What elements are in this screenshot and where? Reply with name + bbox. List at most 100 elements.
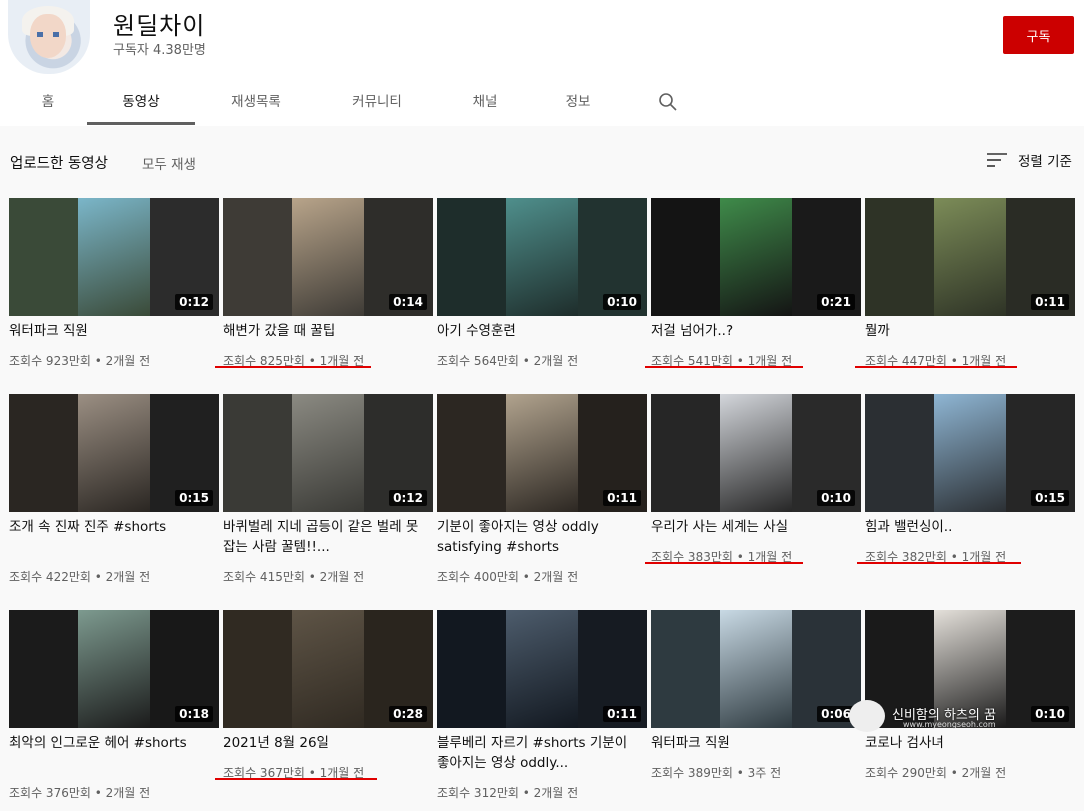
thumbnail-left-panel: [651, 198, 720, 316]
video-card[interactable]: 0:15 힘과 밸런싱이.. 조회수 382만회 • 1개월 전: [857, 394, 1075, 568]
video-card[interactable]: 0:11 뭘까 조회수 447만회 • 1개월 전: [855, 198, 1075, 372]
video-thumbnail[interactable]: 0:06: [651, 610, 861, 728]
channel-name: 원딜차이: [113, 12, 206, 40]
video-meta: 조회수 923만회 • 2개월 전: [9, 354, 151, 368]
video-meta: 조회수 564만회 • 2개월 전: [437, 354, 579, 368]
video-thumbnail[interactable]: 0:21: [651, 198, 861, 316]
video-thumbnail[interactable]: 0:15: [865, 394, 1075, 512]
video-title[interactable]: 최악의 인그로운 헤어 #shorts: [9, 733, 214, 753]
video-title[interactable]: 블루베리 자르기 #shorts 기분이 좋아지는 영상 oddly...: [437, 733, 642, 773]
tab-about[interactable]: 정보: [556, 80, 600, 124]
tab-playlists[interactable]: 재생목록: [218, 80, 294, 124]
video-meta: 조회수 290만회 • 2개월 전: [865, 766, 1007, 780]
video-title[interactable]: 코로나 검사녀: [865, 733, 1070, 753]
video-card[interactable]: 0:21 저걸 넘어가..? 조회수 541만회 • 1개월 전: [645, 198, 861, 372]
video-title[interactable]: 힘과 밸런싱이..: [865, 517, 1070, 537]
video-thumbnail[interactable]: 0:12: [9, 198, 219, 316]
video-duration: 0:11: [603, 706, 641, 722]
thumbnail-left-panel: [9, 610, 78, 728]
video-duration: 0:10: [603, 294, 641, 310]
thumbnail-center-frame: [934, 394, 1006, 512]
video-thumbnail[interactable]: 0:10: [437, 198, 647, 316]
video-meta: 조회수 376만회 • 2개월 전: [9, 786, 151, 800]
video-card[interactable]: 0:28 2021년 8월 26일 조회수 367만회 • 1개월 전: [215, 610, 433, 784]
video-card[interactable]: 0:15 조개 속 진짜 진주 #shorts 조회수 422만회 • 2개월 전: [9, 394, 219, 588]
video-card[interactable]: 0:12 워터파크 직원조회수 923만회 • 2개월 전: [9, 198, 219, 372]
tab-home[interactable]: 홈: [30, 80, 66, 124]
video-duration: 0:15: [1031, 490, 1069, 506]
video-card[interactable]: 0:14 해변가 갔을 때 꿀팁 조회수 825만회 • 1개월 전: [215, 198, 433, 372]
video-meta: 조회수 389만회 • 3주 전: [651, 766, 782, 780]
annotation-underline: [857, 562, 1021, 564]
thumbnail-left-panel: [9, 198, 78, 316]
thumbnail-center-frame: [292, 198, 364, 316]
video-title[interactable]: 아기 수영훈련: [437, 321, 642, 341]
thumbnail-center-frame: [78, 610, 150, 728]
search-icon[interactable]: [658, 92, 678, 112]
video-title[interactable]: 해변가 갔을 때 꿀팁: [223, 321, 428, 341]
play-all-button[interactable]: 모두 재생: [142, 153, 196, 173]
channel-avatar[interactable]: [8, 0, 90, 74]
video-card[interactable]: 0:11 블루베리 자르기 #shorts 기분이 좋아지는 영상 oddly..…: [437, 610, 647, 804]
video-thumbnail[interactable]: 0:11: [437, 394, 647, 512]
thumbnail-center-frame: [720, 394, 792, 512]
video-duration: 0:10: [1031, 706, 1069, 722]
tab-videos[interactable]: 동영상: [87, 80, 195, 125]
video-title[interactable]: 2021년 8월 26일: [223, 733, 428, 753]
video-title[interactable]: 저걸 넘어가..?: [651, 321, 856, 341]
video-duration: 0:06: [817, 706, 855, 722]
thumbnail-left-panel: [437, 610, 506, 728]
video-title[interactable]: 조개 속 진짜 진주 #shorts: [9, 517, 214, 537]
video-thumbnail[interactable]: 0:28: [223, 610, 433, 728]
annotation-underline: [645, 562, 803, 564]
thumbnail-center-frame: [934, 198, 1006, 316]
video-card[interactable]: 0:12 바퀴벌레 지네 곱등이 같은 벌레 못잡는 사람 꿀템!!... 조회수 …: [223, 394, 433, 588]
tab-channels[interactable]: 채널: [462, 80, 508, 124]
thumbnail-center-frame: [292, 394, 364, 512]
video-card[interactable]: 0:10 코로나 검사녀조회수 290만회 • 2개월 전: [865, 610, 1075, 784]
video-meta: 조회수 422만회 • 2개월 전: [9, 570, 151, 584]
thumbnail-left-panel: [223, 198, 292, 316]
video-title[interactable]: 워터파크 직원: [651, 733, 856, 753]
video-thumbnail[interactable]: 0:11: [865, 198, 1075, 316]
thumbnail-center-frame: [506, 610, 578, 728]
video-card[interactable]: 0:06 워터파크 직원조회수 389만회 • 3주 전: [651, 610, 861, 784]
video-meta: 조회수 312만회 • 2개월 전: [437, 786, 579, 800]
video-title[interactable]: 뭘까: [865, 321, 1070, 341]
video-card[interactable]: 0:10 아기 수영훈련조회수 564만회 • 2개월 전: [437, 198, 647, 372]
video-card[interactable]: 0:11 기분이 좋아지는 영상 oddly satisfying #shorts…: [437, 394, 647, 588]
video-thumbnail[interactable]: 0:11: [437, 610, 647, 728]
annotation-underline: [855, 366, 1017, 368]
video-thumbnail[interactable]: 0:10: [651, 394, 861, 512]
thumbnail-left-panel: [865, 394, 934, 512]
video-meta: 조회수 415만회 • 2개월 전: [223, 570, 365, 584]
annotation-underline: [215, 366, 371, 368]
video-title[interactable]: 기분이 좋아지는 영상 oddly satisfying #shorts: [437, 517, 642, 557]
video-duration: 0:11: [603, 490, 641, 506]
video-thumbnail[interactable]: 0:10: [865, 610, 1075, 728]
video-duration: 0:10: [817, 490, 855, 506]
video-card[interactable]: 0:10 우리가 사는 세계는 사실 조회수 383만회 • 1개월 전: [645, 394, 861, 568]
video-title[interactable]: 워터파크 직원: [9, 321, 214, 341]
video-thumbnail[interactable]: 0:14: [223, 198, 433, 316]
video-duration: 0:15: [175, 490, 213, 506]
video-thumbnail[interactable]: 0:18: [9, 610, 219, 728]
video-title[interactable]: 바퀴벌레 지네 곱등이 같은 벌레 못잡는 사람 꿀템!!...: [223, 517, 428, 557]
video-card[interactable]: 0:18 최악의 인그로운 헤어 #shorts 조회수 376만회 • 2개월 전: [9, 610, 219, 804]
video-thumbnail[interactable]: 0:12: [223, 394, 433, 512]
tab-community[interactable]: 커뮤니티: [338, 80, 416, 124]
thumbnail-left-panel: [865, 198, 934, 316]
thumbnail-left-panel: [651, 394, 720, 512]
annotation-underline: [645, 366, 803, 368]
video-thumbnail[interactable]: 0:15: [9, 394, 219, 512]
video-duration: 0:18: [175, 706, 213, 722]
video-duration: 0:21: [817, 294, 855, 310]
thumbnail-left-panel: [9, 394, 78, 512]
subscribe-button[interactable]: 구독: [1003, 16, 1074, 54]
thumbnail-left-panel: [223, 610, 292, 728]
annotation-underline: [215, 778, 377, 780]
video-duration: 0:12: [389, 490, 427, 506]
video-title[interactable]: 우리가 사는 세계는 사실: [651, 517, 856, 537]
video-duration: 0:28: [389, 706, 427, 722]
sort-icon: [987, 153, 1007, 167]
